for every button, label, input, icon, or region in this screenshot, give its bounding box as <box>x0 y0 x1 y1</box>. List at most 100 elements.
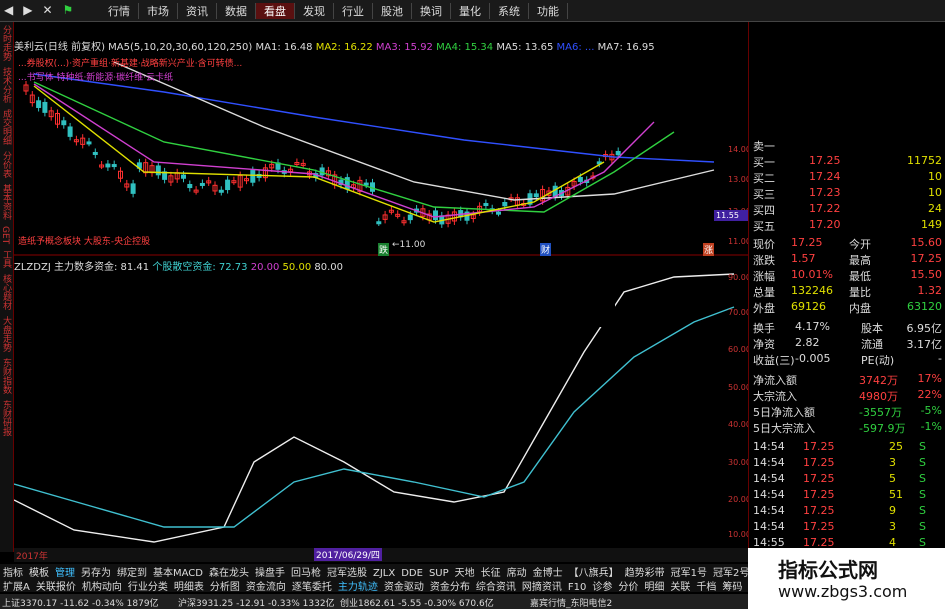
buy-label: 买一 <box>753 156 775 169</box>
toolbar2-item-4[interactable]: 明细表 <box>171 582 207 593</box>
date-label-year: 2017年 <box>16 552 48 562</box>
tick-time: 14:54 <box>753 456 785 469</box>
ma4-value: MA4: 15.34 <box>436 42 494 53</box>
menu-item-0[interactable]: 行情 <box>100 3 139 19</box>
menu-item-6[interactable]: 行业 <box>334 3 373 19</box>
buy-row-2: 买三 17.23 10 <box>749 186 945 201</box>
left-tab-3[interactable]: 分价表 <box>0 148 13 181</box>
left-tab-5[interactable]: GET <box>0 223 10 247</box>
menu-item-4[interactable]: 看盘 <box>256 3 295 19</box>
toolbar2-item-19[interactable]: 筹码 <box>719 582 745 593</box>
candle-body <box>502 201 508 207</box>
left-tab-7[interactable]: 核心题材 <box>0 271 13 313</box>
forward-icon[interactable]: ▶ <box>23 3 32 17</box>
flow-pct: -5% <box>920 404 942 417</box>
stat-label: 量比 <box>849 286 871 299</box>
buy-volume: 24 <box>928 202 942 215</box>
tick-price: 17.25 <box>803 504 835 517</box>
tick-price: 17.25 <box>803 488 835 501</box>
toolbar2-item-12[interactable]: 网摘资讯 <box>519 582 565 593</box>
cy-index: 创业1862.61 -5.55 -0.30% 670.6亿 <box>340 599 494 609</box>
stat2-label: 股本 <box>861 322 883 335</box>
candle-body <box>250 170 256 183</box>
date-label-cursor: 2017/06/29/四 <box>314 548 382 561</box>
toolbar2-item-1[interactable]: 关联报价 <box>33 582 79 593</box>
indicator-name: ZLZDZJ <box>14 262 51 273</box>
flow-label: 5日大宗流入 <box>753 422 815 435</box>
tick-direction: S <box>919 504 926 517</box>
stat-value: 15.60 <box>910 236 943 249</box>
menu-item-9[interactable]: 量化 <box>451 3 490 19</box>
toolbar2-item-9[interactable]: 资金驱动 <box>381 582 427 593</box>
tick-price: 17.25 <box>803 456 835 469</box>
candle-body <box>92 151 98 155</box>
event-marker-cai[interactable]: 财 <box>540 243 552 256</box>
toolbar2-item-11[interactable]: 综合资讯 <box>473 582 519 593</box>
flag-icon[interactable]: ⚑ <box>63 3 74 17</box>
event-marker-die[interactable]: 跌 <box>378 243 390 256</box>
ma7-value: MA7: 16.95 <box>597 42 655 53</box>
candle-body <box>155 165 161 176</box>
concept-annotation-1: ...券股权(...)·资产重组·新基建·战略新兴产业·含可转债... <box>18 59 243 69</box>
tick-direction: S <box>919 472 926 485</box>
left-tab-2[interactable]: 成交明细 <box>0 106 13 148</box>
tick-price: 17.25 <box>803 440 835 453</box>
level-20: 20.00 <box>250 262 280 273</box>
stat-label: 涨幅 <box>753 270 775 283</box>
back-icon[interactable]: ◀ <box>4 3 13 17</box>
date-axis: 2017年 2017/06/29/四 <box>14 548 748 562</box>
ma1-value: MA1: 16.48 <box>255 42 313 53</box>
toolbar2-item-10[interactable]: 资金分布 <box>427 582 473 593</box>
menu-item-1[interactable]: 市场 <box>139 3 178 19</box>
toolbar2-item-2[interactable]: 机构动向 <box>79 582 125 593</box>
menu-item-3[interactable]: 数据 <box>217 3 256 19</box>
left-tab-0[interactable]: 分时走势 <box>0 22 13 64</box>
toolbar2-item-7[interactable]: 逐笔委托 <box>289 582 335 593</box>
sh-index: 上证3370.17 -11.62 -0.34% 1879亿 <box>2 599 159 609</box>
stat-label: 涨跌 <box>753 254 775 267</box>
stat-label: 最高 <box>849 254 871 267</box>
menu-item-10[interactable]: 系统 <box>490 3 529 19</box>
left-tab-8[interactable]: 大盘走势 <box>0 313 13 355</box>
tick-row-4: 14:54 17.25 9 S <box>749 504 945 518</box>
toolbar2-item-17[interactable]: 关联 <box>667 582 693 593</box>
left-tab-9[interactable]: 东财指数 <box>0 355 13 397</box>
toolbar2-item-15[interactable]: 分价 <box>615 582 641 593</box>
tick-direction: S <box>919 456 926 469</box>
menu-item-2[interactable]: 资讯 <box>178 3 217 19</box>
toolbar2-item-14[interactable]: 诊参 <box>589 582 615 593</box>
blank-overlay <box>325 285 615 327</box>
buy-label: 买三 <box>753 188 775 201</box>
tick-time: 14:54 <box>753 440 785 453</box>
toolbar2-item-13[interactable]: F10 <box>565 582 589 593</box>
left-tab-4[interactable]: 基本资料 <box>0 181 13 223</box>
menu-item-5[interactable]: 发现 <box>295 3 334 19</box>
left-tab-10[interactable]: 东财研报 <box>0 397 13 439</box>
stat-value: 132246 <box>791 284 833 297</box>
menu-item-8[interactable]: 换词 <box>412 3 451 19</box>
event-marker-zhang[interactable]: 涨 <box>703 243 715 256</box>
toolbar2-item-16[interactable]: 明细 <box>641 582 667 593</box>
buy-price: 17.22 <box>809 202 841 215</box>
stat-row-3: 总量 132246 量比 1.32 <box>749 284 945 299</box>
candle-body <box>181 174 186 179</box>
buy-label: 买二 <box>753 172 775 185</box>
menu-item-7[interactable]: 股池 <box>373 3 412 19</box>
toolbar2-item-5[interactable]: 分析图 <box>207 582 243 593</box>
stat-label: 今开 <box>849 238 871 251</box>
close-icon[interactable]: ✕ <box>42 3 52 17</box>
toolbar2-item-0[interactable]: 扩展A <box>0 582 33 593</box>
toolbar2-item-8[interactable]: 主力轨迹 <box>335 582 381 593</box>
tick-time: 14:54 <box>753 488 785 501</box>
toolbar2-item-6[interactable]: 资金流向 <box>243 582 289 593</box>
stat-row-2: 涨幅 10.01% 最低 15.50 <box>749 268 945 283</box>
stat-label: 外盘 <box>753 302 775 315</box>
top-menu-bar: ◀ ▶ ✕ ⚑ 行情 市场 资讯 数据 看盘 发现 行业 股池 换词 量化 系统 功能 <box>0 0 945 22</box>
menu-item-11[interactable]: 功能 <box>529 3 568 19</box>
candle-body <box>577 176 583 182</box>
tick-volume: 9 <box>889 504 896 517</box>
toolbar2-item-3[interactable]: 行业分类 <box>125 582 171 593</box>
toolbar2-item-18[interactable]: 千档 <box>693 582 719 593</box>
left-tab-6[interactable]: 工具 <box>0 247 13 271</box>
left-tab-1[interactable]: 技术分析 <box>0 64 13 106</box>
